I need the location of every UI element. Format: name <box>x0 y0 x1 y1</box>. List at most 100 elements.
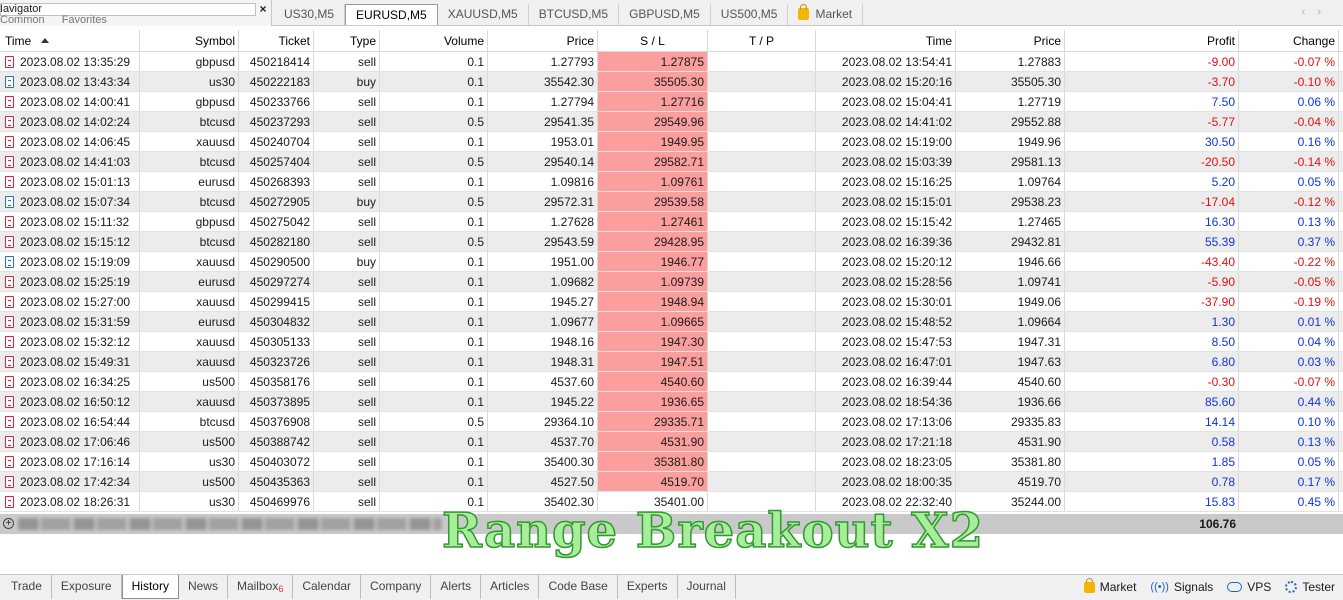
table-row[interactable]: 2023.08.02 15:27:00 xauusd 450299415 sell 0.… <box>0 292 1343 312</box>
table-row[interactable]: 2023.08.02 16:54:44 btcusd 450376908 sell 0.… <box>0 412 1343 432</box>
tab-alerts[interactable]: Alerts <box>431 575 482 599</box>
market-bag-icon <box>1083 577 1095 593</box>
vps-link[interactable]: VPS <box>1227 580 1271 594</box>
cell-price: 1948.31 <box>488 352 598 371</box>
chart-tab-5[interactable]: US500,M5 <box>711 4 789 25</box>
table-row[interactable]: 2023.08.02 17:06:46 us500 450388742 sell 0.1… <box>0 432 1343 452</box>
cell-volume: 0.1 <box>380 472 488 491</box>
tester-link[interactable]: Tester <box>1285 580 1335 594</box>
table-row[interactable]: 2023.08.02 15:07:34 btcusd 450272905 buy 0.5… <box>0 192 1343 212</box>
cell-time: 2023.08.02 14:41:03 <box>0 152 140 171</box>
tab-scroll-arrows: ‹› <box>1302 6 1333 18</box>
cell-change: -0.07 % <box>1239 372 1339 391</box>
col-tp[interactable]: T / P <box>708 30 816 51</box>
signals-link[interactable]: ((•)) Signals <box>1150 580 1213 594</box>
cell-sl: 35505.30 <box>598 72 708 91</box>
close-icon[interactable]: × <box>257 3 269 17</box>
cell-close-price: 1.09764 <box>956 172 1065 191</box>
table-row[interactable]: 2023.08.02 15:11:32 gbpusd 450275042 sell 0.… <box>0 212 1343 232</box>
table-row[interactable]: 2023.08.02 15:25:19 eurusd 450297274 sell 0.… <box>0 272 1343 292</box>
cell-ticket: 450373895 <box>239 392 314 411</box>
tab-journal[interactable]: Journal <box>678 575 736 599</box>
chart-tab-2[interactable]: XAUUSD,M5 <box>438 4 529 25</box>
cell-change: -0.04 % <box>1239 112 1339 131</box>
cell-sl: 1949.95 <box>598 132 708 151</box>
table-row[interactable]: 2023.08.02 14:00:41 gbpusd 450233766 sell 0.… <box>0 92 1343 112</box>
col-close-price[interactable]: Price <box>956 30 1065 51</box>
cell-profit: 55.39 <box>1065 232 1239 251</box>
scroll-left-icon[interactable]: ‹ <box>1302 6 1318 18</box>
table-row[interactable]: 2023.08.02 14:06:45 xauusd 450240704 sell 0.… <box>0 132 1343 152</box>
chart-tab-0[interactable]: US30,M5 <box>274 4 346 25</box>
tab-articles[interactable]: Articles <box>481 575 540 599</box>
cell-tp <box>708 112 816 131</box>
table-row[interactable]: 2023.08.02 16:50:12 xauusd 450373895 sell 0.… <box>0 392 1343 412</box>
table-row[interactable]: 2023.08.02 15:49:31 xauusd 450323726 sell 0.… <box>0 352 1343 372</box>
table-row[interactable]: 2023.08.02 13:43:34 us30 450222183 buy 0.1 35… <box>0 72 1343 92</box>
tab-mailbox[interactable]: Mailbox6 <box>228 575 294 599</box>
table-row[interactable]: 2023.08.02 17:42:34 us500 450435363 sell 0.1… <box>0 472 1343 492</box>
cell-symbol: xauusd <box>140 332 239 351</box>
table-row[interactable]: 2023.08.02 15:15:12 btcusd 450282180 sell 0.… <box>0 232 1343 252</box>
cell-volume: 0.5 <box>380 192 488 211</box>
tab-company[interactable]: Company <box>361 575 432 599</box>
tab-label: Exposure <box>60 579 112 593</box>
col-type[interactable]: Type <box>314 30 380 51</box>
chart-tab-3[interactable]: BTCUSD,M5 <box>529 4 620 25</box>
col-profit[interactable]: Profit <box>1065 30 1239 51</box>
col-symbol[interactable]: Symbol <box>140 30 239 51</box>
cell-time: 2023.08.02 17:42:34 <box>0 472 140 491</box>
mail-count-badge: 6 <box>278 584 284 594</box>
tab-experts[interactable]: Experts <box>618 575 678 599</box>
scroll-right-icon[interactable]: › <box>1317 6 1333 18</box>
tab-trade[interactable]: Trade <box>2 575 52 599</box>
open-time: 2023.08.02 15:07:34 <box>20 195 131 209</box>
tab-news[interactable]: News <box>179 575 228 599</box>
sell-deal-icon <box>5 296 14 308</box>
cell-tp <box>708 452 816 471</box>
expand-plus-icon[interactable]: + <box>3 518 14 529</box>
col-price[interactable]: Price <box>488 30 598 51</box>
cell-change: 0.45 % <box>1239 492 1339 511</box>
tab-history[interactable]: History <box>121 575 179 599</box>
col-change[interactable]: Change <box>1239 30 1339 51</box>
table-row[interactable]: 2023.08.02 15:32:12 xauusd 450305133 sell 0.… <box>0 332 1343 352</box>
cell-tp <box>708 192 816 211</box>
cell-close-price: 35505.30 <box>956 72 1065 91</box>
cell-symbol: btcusd <box>140 232 239 251</box>
cell-symbol: gbpusd <box>140 52 239 71</box>
cell-volume: 0.1 <box>380 92 488 111</box>
cell-close-time: 2023.08.02 17:13:06 <box>816 412 956 431</box>
table-row[interactable]: 2023.08.02 16:34:25 us500 450358176 sell 0.1… <box>0 372 1343 392</box>
table-row[interactable]: 2023.08.02 13:35:29 gbpusd 450218414 sell 0.… <box>0 52 1343 72</box>
navigator-tab-common[interactable]: Common <box>0 14 45 26</box>
tab-calendar[interactable]: Calendar <box>293 575 362 599</box>
cell-change: -0.05 % <box>1239 272 1339 291</box>
table-row[interactable]: 2023.08.02 14:02:24 btcusd 450237293 sell 0.… <box>0 112 1343 132</box>
vps-cloud-icon <box>1227 582 1243 592</box>
navigator-tab-favorites[interactable]: Favorites <box>62 14 107 26</box>
market-link[interactable]: Market <box>1083 577 1137 594</box>
open-time: 2023.08.02 15:27:00 <box>20 295 131 309</box>
table-row[interactable]: 2023.08.02 14:41:03 btcusd 450257404 sell 0.… <box>0 152 1343 172</box>
col-ticket[interactable]: Ticket <box>239 30 314 51</box>
table-row[interactable]: 2023.08.02 15:31:59 eurusd 450304832 sell 0.… <box>0 312 1343 332</box>
cell-profit: -3.70 <box>1065 72 1239 91</box>
cell-ticket: 450257404 <box>239 152 314 171</box>
cell-ticket: 450297274 <box>239 272 314 291</box>
chart-tab-4[interactable]: GBPUSD,M5 <box>619 4 711 25</box>
tab-code-base[interactable]: Code Base <box>539 575 618 599</box>
col-close-time[interactable]: Time <box>816 30 956 51</box>
chart-tab-1[interactable]: EURUSD,M5 <box>345 4 438 25</box>
cell-sl: 4519.70 <box>598 472 708 491</box>
tab-exposure[interactable]: Exposure <box>52 575 122 599</box>
col-volume[interactable]: Volume <box>380 30 488 51</box>
chart-tab-6[interactable]: Market <box>788 4 864 25</box>
col-time[interactable]: Time <box>0 30 140 51</box>
col-sl[interactable]: S / L <box>598 30 708 51</box>
table-row[interactable]: 2023.08.02 15:19:09 xauusd 450290500 buy 0.1… <box>0 252 1343 272</box>
table-row[interactable]: 2023.08.02 15:01:13 eurusd 450268393 sell 0.… <box>0 172 1343 192</box>
table-row[interactable]: 2023.08.02 17:16:14 us30 450403072 sell 0.1 3… <box>0 452 1343 472</box>
cell-type: sell <box>314 52 380 71</box>
link-label: Market <box>1099 580 1137 594</box>
